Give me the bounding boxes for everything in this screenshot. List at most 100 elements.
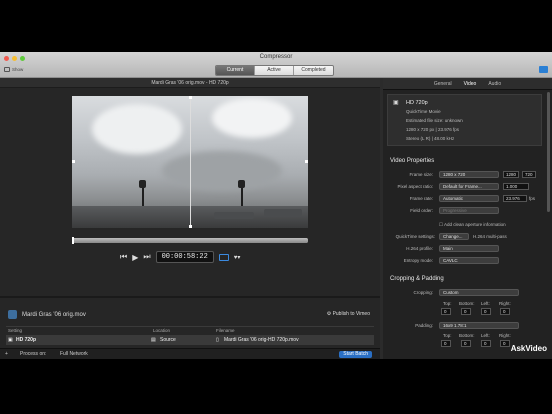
par-field[interactable]: 1.000 (503, 183, 529, 190)
field-order-popup[interactable]: Progressive (439, 207, 499, 214)
frame-height-field[interactable]: 720 (522, 171, 536, 178)
par-label: Pixel aspect ratio: (397, 184, 433, 189)
timecode-display: 00:00:58:22 (155, 251, 214, 263)
previous-icon[interactable]: ⏮ (120, 252, 127, 262)
car-shape (214, 212, 254, 219)
crop-left-label: Left: (481, 301, 490, 306)
summary-video: 1280 x 720 px | 23.976 fps (406, 127, 459, 132)
pad-bottom-field[interactable]: 0 (461, 340, 471, 347)
col-filename: Filename (216, 328, 235, 333)
movie-file-icon (8, 310, 17, 319)
play-icon[interactable]: ▶ (132, 253, 138, 262)
title-bar: Compressor Show Current Active Completed (0, 52, 552, 78)
inspector-scrollbar[interactable] (547, 92, 550, 212)
crop-handle[interactable] (72, 160, 75, 163)
view-mode-icon[interactable] (218, 253, 229, 261)
h264-profile-popup[interactable]: Main (439, 245, 499, 252)
field-order-label: Field order: (410, 208, 433, 213)
qt-settings-label: QuickTime settings: (395, 234, 435, 239)
crop-handle[interactable] (189, 96, 192, 99)
frame-rate-field[interactable]: 23.976 (503, 195, 527, 202)
summary-box: ▣ HD 720p QuickTime Movie Estimated file… (387, 94, 542, 146)
job-columns: Setting Location Filename (6, 326, 374, 333)
publish-label: Publish to Vimeo (332, 311, 370, 317)
summary-audio: Stereo (L R) | 48.00 kHz (406, 136, 455, 141)
job-output-row[interactable]: ▣ HD 720p ▤ Source ▯ Mardi Gras '06 orig… (6, 335, 374, 345)
cloud-shape (162, 151, 282, 191)
folder-icon: ▤ (151, 337, 156, 343)
timeline-scrubber[interactable] (72, 237, 308, 244)
tab-general[interactable]: General (434, 78, 452, 89)
next-icon[interactable]: ⏭ (143, 252, 150, 262)
process-select[interactable]: Full Network (60, 349, 88, 360)
split-line[interactable] (190, 96, 191, 228)
tab-video[interactable]: Video (464, 78, 477, 89)
window-title: Compressor (259, 54, 293, 60)
crop-right-field[interactable]: 0 (500, 308, 510, 315)
inspector-panel: General Video Audio ▣ HD 720p QuickTime … (383, 78, 552, 359)
process-label: Process on: (20, 351, 47, 357)
publish-vimeo-button[interactable]: ⚙ Publish to Vimeo (327, 311, 370, 317)
job-header: Mardi Gras '06 orig.mov (8, 310, 86, 319)
crop-top-label: Top: (443, 301, 452, 306)
crop-handle[interactable] (305, 160, 308, 163)
cloud-shape (92, 104, 182, 154)
crop-heading: Cropping & Padding (390, 276, 444, 282)
pad-top-field[interactable]: 0 (441, 340, 451, 347)
crop-handle[interactable] (189, 225, 192, 228)
tab-active[interactable]: Active (255, 66, 294, 75)
car-shape (264, 209, 302, 216)
summary-name: HD 720p (406, 100, 428, 106)
setting-icon: ▣ (8, 337, 13, 343)
col-location: Location (153, 328, 171, 333)
frame-width-field[interactable]: 1280 (503, 171, 519, 178)
row-setting: HD 720p (16, 337, 37, 343)
padding-popup[interactable]: 16x9 1.78:1 (439, 322, 519, 329)
video-preview (72, 96, 308, 228)
marker-icon[interactable]: ♥▾ (234, 254, 241, 261)
panel-divider[interactable] (0, 296, 380, 298)
preset-icon: ▣ (393, 100, 399, 106)
summary-filesize: Estimated file size: unknown (406, 118, 463, 123)
tab-current[interactable]: Current (216, 66, 255, 75)
video-props-heading: Video Properties (390, 158, 435, 164)
inspector-tabs: General Video Audio (383, 78, 552, 90)
frame-rate-popup[interactable]: Automatic (439, 195, 499, 202)
cloud-shape (212, 98, 292, 138)
pad-left-field[interactable]: 0 (481, 340, 491, 347)
cropping-popup[interactable]: Custom (439, 289, 519, 296)
lamp-head (238, 180, 245, 188)
viewer-panel: Mardi Gras '06 orig.mov - HD 720p ⏮ ▶ ⏭ … (0, 78, 380, 359)
crop-left-field[interactable]: 0 (481, 308, 491, 315)
summary-format: QuickTime Movie (406, 109, 441, 114)
row-location[interactable]: Source (160, 335, 176, 345)
fps-label: fps (529, 196, 536, 201)
pad-right-field[interactable]: 0 (500, 340, 510, 347)
crop-top-field[interactable]: 0 (441, 308, 451, 315)
qt-value: H.264 multi-pass (473, 234, 507, 239)
tab-completed[interactable]: Completed (294, 66, 333, 75)
entropy-popup[interactable]: CAVLC (439, 257, 499, 264)
start-batch-button[interactable]: Start Batch (339, 351, 372, 358)
cropping-label: Cropping: (413, 290, 433, 295)
askvideo-watermark: AskVideo (510, 344, 547, 353)
tab-audio[interactable]: Audio (488, 78, 501, 89)
playhead[interactable] (72, 237, 74, 244)
crop-bottom-field[interactable]: 0 (461, 308, 471, 315)
qt-change-button[interactable]: Change... (439, 233, 469, 240)
col-setting: Setting (8, 328, 23, 333)
clean-aperture-label: Add clean aperture information (444, 222, 506, 227)
frame-size-popup[interactable]: 1280 x 720 (439, 171, 499, 178)
job-name: Mardi Gras '06 orig.mov (22, 311, 86, 318)
sidebar-icon (4, 67, 10, 72)
show-button[interactable]: Show (4, 67, 23, 72)
inspector-toggle-icon[interactable] (539, 66, 548, 73)
clean-aperture-checkbox[interactable]: ☐ Add clean aperture information (439, 222, 506, 228)
entropy-label: Entropy mode: (403, 258, 433, 263)
add-button[interactable]: + (5, 349, 8, 360)
h264-profile-label: H.264 profile: (406, 246, 433, 251)
lamp-head (139, 180, 146, 188)
crop-bottom-label: Bottom: (459, 301, 475, 306)
par-popup[interactable]: Default for Frame... (439, 183, 499, 190)
row-filename[interactable]: Mardi Gras '06 orig-HD 720p.mov (224, 335, 299, 345)
